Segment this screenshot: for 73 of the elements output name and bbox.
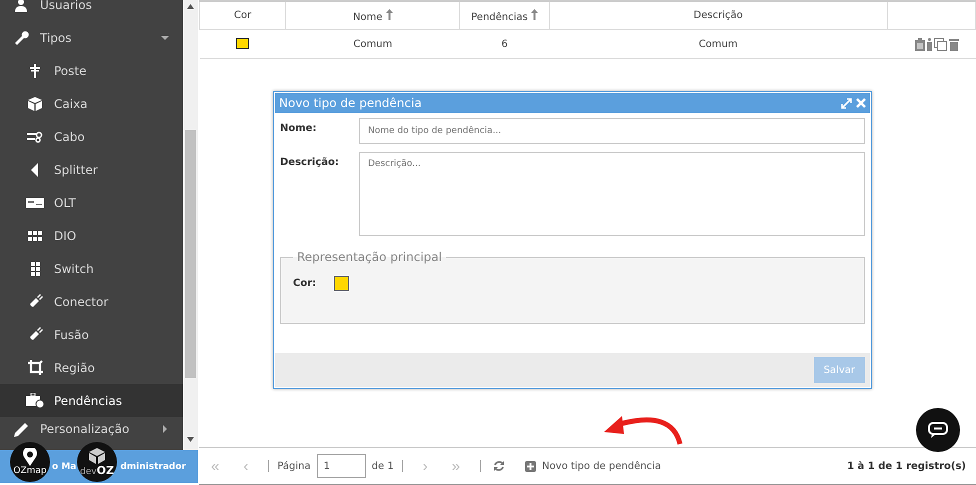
grid-icon	[28, 230, 42, 240]
sidebar-item[interactable]: Cabo	[0, 120, 183, 153]
sidebar-item[interactable]: DIO	[0, 219, 183, 252]
column-label: Cor	[234, 10, 252, 21]
trash-icon[interactable]	[948, 38, 958, 50]
sidebar-item[interactable]: Região	[0, 351, 183, 384]
fieldset-legend: Representação principal	[293, 250, 446, 264]
pencil-icon	[14, 422, 28, 436]
sidebar-item[interactable]: OLT	[0, 186, 183, 219]
scroll-thumb[interactable]	[185, 130, 196, 378]
field-label: Nome:	[280, 122, 318, 136]
card-icon	[26, 198, 44, 208]
scroll-down-icon[interactable]	[187, 437, 194, 442]
wrench-icon	[14, 30, 28, 45]
field-label: Descrição:	[280, 156, 340, 170]
column-header[interactable]: Cor	[200, 1, 286, 30]
copy-icon[interactable]	[934, 38, 946, 50]
column-label: Pendências	[471, 12, 528, 22]
pole-icon	[29, 64, 41, 78]
dialog-title: Novo tipo de pendência	[279, 96, 422, 110]
name-field[interactable]: Nome do tipo de pendência...	[359, 118, 865, 144]
record-count: 1 à 1 de 1 registro(s)	[847, 460, 966, 472]
column-header[interactable]: Nome	[286, 1, 460, 30]
info-icon[interactable]	[926, 38, 932, 50]
sidebar-item[interactable]: Caixa	[0, 87, 183, 120]
description-field[interactable]: Descrição...	[359, 152, 865, 236]
chat-button[interactable]	[916, 408, 960, 452]
grid-icon	[30, 262, 40, 276]
logo-text: OZmap	[13, 466, 47, 476]
expand-icon[interactable]	[841, 98, 852, 108]
box-icon	[89, 448, 105, 464]
cable-icon	[27, 130, 43, 142]
sidebar-item[interactable]: Personalização	[0, 417, 183, 441]
plug-icon	[27, 326, 43, 342]
scrollbar[interactable]	[183, 0, 198, 450]
column-header[interactable]: Descrição	[549, 1, 888, 30]
color-picker[interactable]	[334, 276, 350, 291]
logo-text: devOZ	[80, 464, 114, 476]
table-cell: Comum	[549, 30, 888, 58]
plug-icon	[27, 294, 43, 310]
user-role: dministrador	[120, 462, 186, 472]
column-label: Descrição	[694, 10, 743, 21]
new-type-button[interactable]: Novo tipo de pendência	[519, 460, 667, 472]
sidebar-item[interactable]: Fusão	[0, 318, 183, 351]
sort-arrow-icon	[386, 8, 393, 20]
sidebar-item[interactable]: Pendências	[0, 384, 183, 417]
user-name: o Ma	[52, 462, 76, 472]
sidebar-item[interactable]: Poste	[0, 54, 183, 87]
field-label: Cor:	[293, 278, 316, 289]
page-label: Página	[277, 460, 311, 472]
sidebar-item[interactable]: Splitter	[0, 153, 183, 186]
sidebar-item[interactable]: Switch	[0, 252, 183, 285]
pin-icon	[23, 448, 37, 466]
crop-icon	[28, 360, 42, 375]
page-field[interactable]: 1	[316, 454, 366, 478]
cube-icon	[28, 96, 42, 110]
refresh-icon[interactable]	[493, 460, 506, 472]
table-cell: 6	[460, 30, 550, 58]
user-icon	[14, 0, 28, 12]
briefcase-icon	[26, 393, 44, 408]
table-cell: Comum	[286, 30, 460, 58]
sidebar-item[interactable]: Tipos	[0, 21, 183, 54]
clipboard-icon[interactable]	[914, 38, 924, 50]
triangle-icon	[31, 162, 39, 176]
page-count: de 1	[372, 460, 394, 472]
chat-icon	[928, 422, 948, 438]
sort-arrow-icon	[530, 8, 538, 20]
column-header[interactable]: Pendências	[460, 1, 550, 30]
sidebar-item[interactable]: Conector	[0, 285, 183, 318]
close-icon[interactable]	[856, 98, 866, 108]
scroll-up-icon[interactable]	[187, 4, 194, 9]
column-label: Nome	[352, 12, 382, 22]
plus-icon	[525, 460, 536, 472]
